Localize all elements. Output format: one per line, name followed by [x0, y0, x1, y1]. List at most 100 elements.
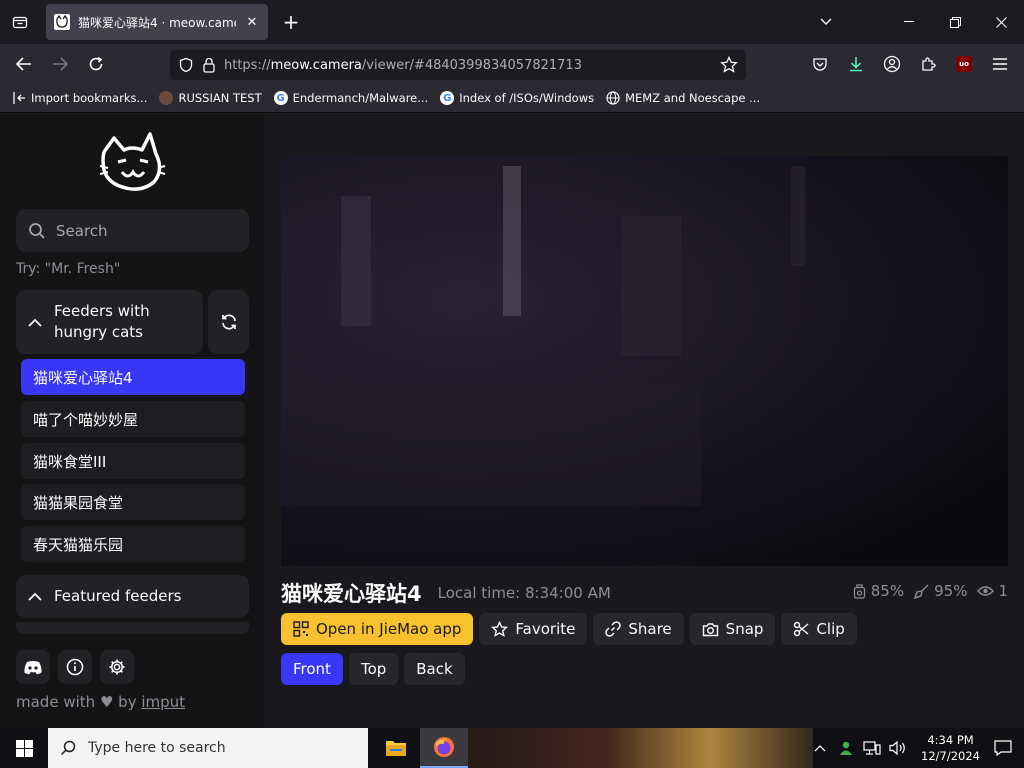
back-button[interactable]: [12, 52, 36, 76]
forward-button[interactable]: [48, 52, 72, 76]
minimize-button[interactable]: [897, 10, 921, 34]
snap-button[interactable]: Snap: [689, 613, 776, 645]
feeder-item[interactable]: 春天猫猫乐园: [21, 526, 245, 562]
puzzle-icon: [922, 57, 936, 71]
author-link[interactable]: imput: [141, 693, 185, 711]
refresh-icon: [221, 314, 236, 330]
bookmark-isos[interactable]: G Index of /ISOs/Windows: [440, 91, 594, 105]
account-icon: [883, 55, 901, 73]
tab-overflow-chevron-icon[interactable]: [814, 10, 838, 34]
star-icon: [491, 620, 509, 637]
extensions-button[interactable]: [916, 52, 940, 76]
camera-icon: [702, 622, 718, 636]
group-featured-label: Featured feeders: [54, 587, 182, 605]
food-level: 85%: [852, 582, 904, 600]
feeder-item[interactable]: 猫猫果园食堂: [21, 484, 245, 520]
search-icon: [60, 740, 76, 756]
bookmark-import[interactable]: Import bookmarks...: [12, 91, 147, 105]
search-icon: [29, 222, 45, 239]
scissors-icon: [794, 621, 809, 637]
cat-logo-icon[interactable]: [98, 130, 166, 194]
bookmark-memz[interactable]: MEMZ and Noescape ...: [606, 91, 760, 105]
downloads-button[interactable]: [844, 52, 868, 76]
site-icon: [159, 91, 174, 105]
bookmarks-bar: Import bookmarks... RUSSIAN TEST G Ender…: [0, 84, 1024, 113]
start-button[interactable]: [0, 728, 48, 768]
clip-button[interactable]: Clip: [781, 613, 857, 645]
taskbar-clock[interactable]: 4:34 PM 12/7/2024: [911, 732, 990, 764]
refresh-button[interactable]: [208, 290, 249, 354]
share-button[interactable]: Share: [593, 613, 684, 645]
feeder-item[interactable]: 喵了个喵妙妙屋: [21, 401, 245, 437]
pocket-icon: [813, 58, 827, 71]
ublock-button[interactable]: uo: [952, 52, 976, 76]
made-with-credit: made with ♥ by imput: [16, 693, 186, 711]
volume-icon[interactable]: [887, 737, 909, 759]
open-in-app-button[interactable]: Open in JieMao app: [281, 613, 474, 645]
reload-button[interactable]: [84, 52, 108, 76]
gear-icon: [109, 659, 125, 675]
camera-selector: Front Top Back: [281, 653, 465, 685]
bookmark-star-icon[interactable]: [720, 56, 738, 74]
tab-list-button[interactable]: [8, 10, 32, 34]
link-icon: [605, 621, 622, 637]
browser-tab[interactable]: 猫咪爱心驿站4 · meow.camera ✕: [46, 4, 268, 40]
taskbar-search-input[interactable]: Type here to search: [48, 728, 368, 768]
notifications-icon[interactable]: [992, 737, 1014, 759]
viewer-title-row: 猫咪爱心驿站4 Local time: 8:34:00 AM 85% 95% 1: [281, 578, 1008, 608]
google-icon: G: [440, 91, 455, 105]
user-status-icon[interactable]: [835, 737, 857, 759]
google-icon: G: [273, 91, 288, 105]
firefox-icon: [434, 737, 454, 757]
camera-front-button[interactable]: Front: [281, 653, 343, 685]
search-placeholder: Search: [56, 221, 108, 240]
viewer-actions: Open in JieMao app Favorite Share Snap C…: [281, 613, 857, 645]
pocket-button[interactable]: [808, 52, 832, 76]
tab-strip: 猫咪爱心驿站4 · meow.camera ✕ +: [0, 0, 1024, 44]
bookmark-russian-test[interactable]: RUSSIAN TEST: [159, 91, 262, 105]
search-input[interactable]: Search: [16, 209, 249, 252]
url-text[interactable]: https://meow.camera/viewer/#484039983405…: [224, 58, 712, 73]
chevron-up-icon: [28, 318, 42, 327]
feeder-title: 猫咪爱心驿站4: [281, 582, 422, 606]
firefox-taskbar-button[interactable]: [420, 728, 468, 768]
close-window-button[interactable]: [989, 10, 1013, 34]
feeder-item[interactable]: 猫咪食堂III: [21, 443, 245, 479]
globe-icon: [606, 91, 620, 105]
network-icon[interactable]: [861, 737, 883, 759]
page: Search Try: "Mr. Fresh" Feeders with hun…: [0, 114, 1024, 728]
camera-back-button[interactable]: Back: [404, 653, 465, 685]
discord-button[interactable]: [16, 650, 50, 684]
nav-bar: https://meow.camera/viewer/#484039983405…: [0, 44, 1024, 84]
info-icon: [66, 658, 84, 676]
bookmark-endermanch[interactable]: G Endermanch/Malware...: [273, 91, 428, 105]
feeder-item[interactable]: 猫咪爱心驿站4: [21, 359, 245, 395]
import-icon: [13, 92, 25, 104]
new-tab-button[interactable]: +: [279, 10, 303, 34]
about-button[interactable]: [58, 650, 92, 684]
camera-video[interactable]: [281, 156, 1008, 566]
group-hungry-header[interactable]: Feeders with hungry cats: [16, 290, 203, 354]
lock-icon[interactable]: [202, 57, 216, 73]
camera-top-button[interactable]: Top: [348, 653, 399, 685]
menu-button[interactable]: [988, 52, 1012, 76]
url-bar[interactable]: https://meow.camera/viewer/#484039983405…: [170, 50, 746, 80]
hamburger-menu-icon: [993, 58, 1007, 70]
taskbar: Type here to search 4:34 PM 12/7/2024: [0, 728, 1024, 768]
favorite-button[interactable]: Favorite: [479, 613, 588, 645]
featured-list-peek: [16, 622, 249, 634]
arrow-right-icon: [53, 57, 68, 71]
restore-button[interactable]: [943, 10, 967, 34]
local-time: Local time: 8:34:00 AM: [437, 584, 611, 602]
settings-button[interactable]: [100, 650, 134, 684]
file-explorer-button[interactable]: [372, 728, 420, 768]
account-button[interactable]: [880, 52, 904, 76]
tab-close-icon[interactable]: ✕: [244, 14, 260, 30]
group-featured-header[interactable]: Featured feeders: [16, 575, 249, 618]
shield-icon[interactable]: [178, 57, 194, 73]
food-bag-icon: [853, 583, 865, 599]
qr-code-icon: [293, 621, 309, 637]
tab-title: 猫咪爱心驿站4 · meow.camera: [78, 15, 236, 30]
cat-favicon-icon: [54, 14, 70, 30]
chevron-up-icon[interactable]: [809, 737, 831, 759]
